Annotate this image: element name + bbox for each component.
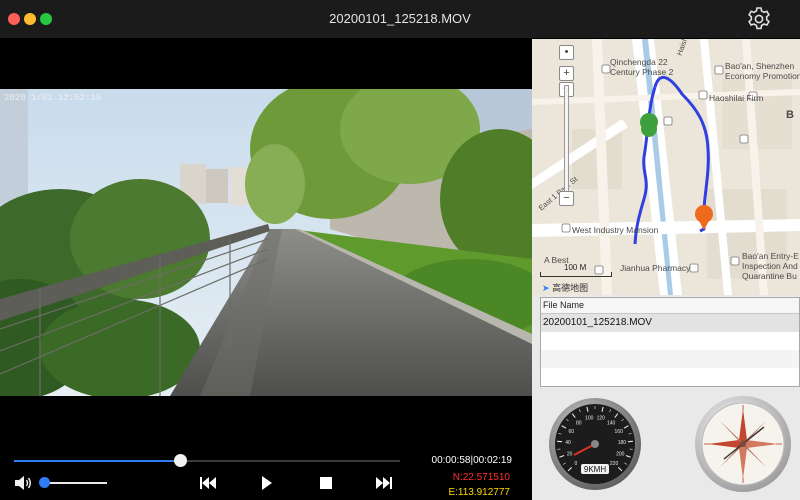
- speedometer-tick-label: 180: [618, 440, 627, 446]
- compass-gauge: [695, 396, 791, 492]
- current-time: 00:00:58: [431, 455, 471, 466]
- map-compass-button[interactable]: •: [559, 45, 574, 60]
- speedometer-gauge: 020 40 6080100 120140 160 180 200 220 9KMH: [549, 398, 641, 490]
- map-label-haoshilai: Haoshilai Firm: [709, 93, 764, 103]
- playback-controls: 00:00:58|00:02:19 N:22.571510 E:113.9127…: [0, 447, 532, 500]
- file-list-empty-row: [541, 350, 799, 368]
- map-label-b: B: [786, 109, 794, 121]
- map-logo-icon: ➤: [542, 283, 550, 293]
- speed-readout: 9KMH: [584, 465, 606, 474]
- right-panel: Qinchengda 22 Century Phase 2 Haishi Bao…: [532, 39, 800, 500]
- video-scene-image: [0, 89, 532, 396]
- speedometer-tick-label: 140: [607, 420, 616, 426]
- map-label-building: Qinchengda 22 Century Phase 2: [610, 57, 674, 77]
- volume-knob[interactable]: [39, 477, 51, 488]
- latitude-readout: N:22.571510: [452, 472, 510, 483]
- video-player[interactable]: 2020 1/01 12:52:18: [0, 39, 532, 447]
- map-provider-logo: ➤ 高德地图: [542, 283, 589, 293]
- file-list-header: File Name: [541, 298, 799, 314]
- speedometer-tick-label: 220: [610, 461, 619, 467]
- map-label-west-industry: West Industry Mansion: [572, 225, 659, 235]
- speedometer-tick-label: 200: [616, 451, 625, 457]
- zoom-min-button[interactable]: −: [559, 191, 574, 206]
- file-list-empty-row: [541, 332, 799, 350]
- title-bar: 20200101_125218.MOV: [0, 0, 800, 39]
- gps-map[interactable]: Qinchengda 22 Century Phase 2 Haishi Bao…: [532, 39, 800, 295]
- skip-forward-icon[interactable]: [373, 474, 395, 492]
- seek-progress-fill: [14, 460, 180, 462]
- map-scale-bar: [540, 272, 612, 277]
- window-title: 20200101_125218.MOV: [329, 11, 471, 26]
- speedometer-tick-label: 160: [615, 429, 624, 435]
- stop-icon[interactable]: [315, 474, 337, 492]
- video-timestamp-overlay: 2020 1/01 12:52:18: [4, 93, 102, 103]
- zoom-in-button[interactable]: +: [559, 66, 574, 81]
- speedometer-tick-label: 100: [585, 416, 594, 422]
- map-label-entry: Bao'an Entry-E Inspection And Quarantine…: [742, 251, 799, 281]
- volume-slider[interactable]: [39, 477, 107, 488]
- map-label-economy: Bao'an, Shenzhen Economy Promotion: [725, 61, 800, 81]
- speedometer-tick-label: 0: [575, 461, 578, 467]
- seek-slider[interactable]: [14, 454, 400, 467]
- gauges-panel: 0 20 40 60 80 100 120 140 160 180 200 220 9KMH: [532, 387, 800, 500]
- skip-back-icon[interactable]: [197, 474, 219, 492]
- seek-knob[interactable]: [173, 454, 187, 467]
- map-scale-label: 100 M: [564, 263, 587, 272]
- file-list-row[interactable]: 20200101_125218.MOV: [541, 314, 799, 332]
- volume-icon[interactable]: [14, 475, 32, 491]
- speedometer-tick-label: 40: [565, 440, 571, 446]
- zoom-slider-track[interactable]: [564, 85, 569, 192]
- video-frame[interactable]: 2020 1/01 12:52:18: [0, 89, 532, 396]
- file-list[interactable]: File Name 20200101_125218.MOV: [540, 297, 800, 387]
- total-time: 00:02:19: [473, 455, 512, 466]
- speedometer-tick-label: 80: [576, 420, 582, 426]
- play-icon[interactable]: [255, 474, 277, 492]
- speedometer-tick-label: 120: [597, 416, 606, 422]
- speedometer-tick-label: 60: [569, 429, 575, 435]
- longitude-readout: E:113.912777: [448, 487, 510, 498]
- map-label-jianhua: Jianhua Pharmacy: [620, 263, 691, 273]
- settings-gear-icon[interactable]: [746, 6, 772, 32]
- time-readout: 00:00:58|00:02:19: [432, 455, 512, 466]
- speedometer-tick-label: 20: [567, 451, 573, 457]
